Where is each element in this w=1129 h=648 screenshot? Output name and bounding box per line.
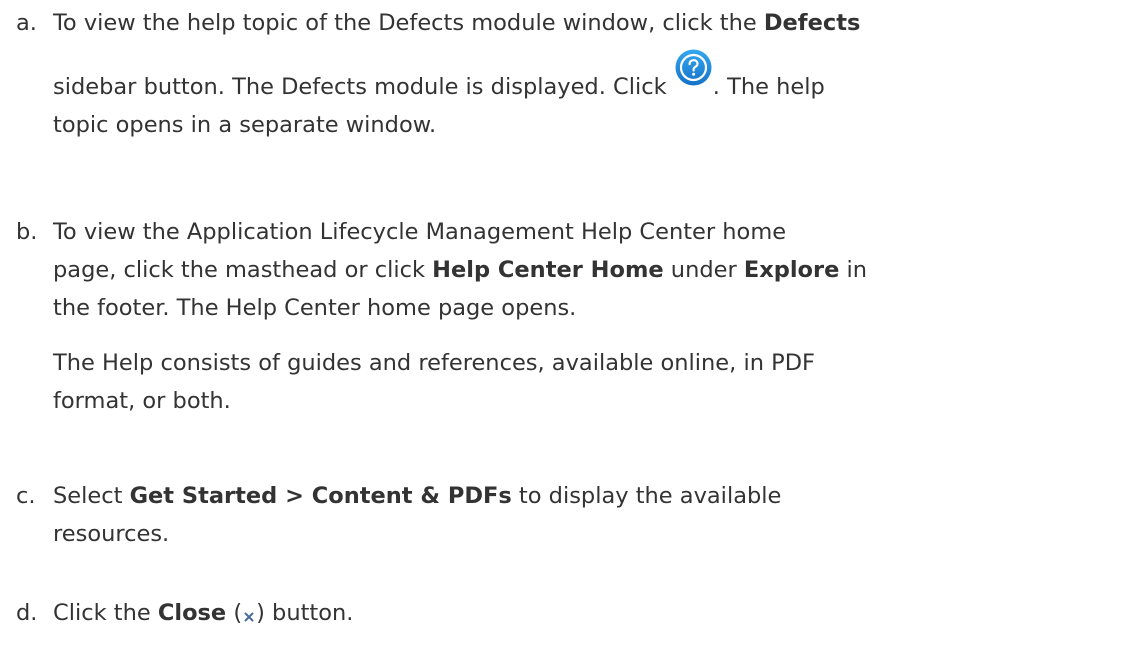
close-label: Close	[157, 600, 227, 626]
step-marker: c.	[16, 483, 36, 509]
step-b-text: To view the Application Lifecycle Manage…	[53, 213, 1116, 420]
step-a-line-3: topic opens in a separate window.	[53, 112, 437, 138]
step-d: d. Click the Close ( ) button.	[16, 594, 1116, 632]
step-c: c. Select Get Started > Content & PDFs t…	[16, 477, 1116, 553]
get-started-content-pdfs-label: Get Started > Content & PDFs	[129, 483, 512, 509]
close-x-icon	[243, 608, 255, 622]
step-c-line-2: resources.	[53, 521, 170, 547]
step-b: b. To view the Application Lifecycle Man…	[16, 213, 1116, 420]
step-b-line-1: To view the Application Lifecycle Manage…	[53, 219, 787, 245]
step-a-line-1: To view the help topic of the Defects mo…	[53, 10, 861, 36]
help-question-icon	[675, 49, 712, 100]
defects-label: Defects	[763, 10, 861, 36]
step-d-line-1: Click the Close ( ) button.	[53, 600, 354, 626]
step-a-line-2: sidebar button. The Defects module is di…	[53, 49, 1116, 106]
step-d-text: Click the Close ( ) button.	[53, 594, 1116, 632]
step-c-text: Select Get Started > Content & PDFs to d…	[53, 477, 1116, 553]
step-b-note-line-2: format, or both.	[53, 388, 231, 414]
document-page: a. To view the help topic of the Defects…	[0, 0, 1129, 648]
help-center-home-label: Help Center Home	[432, 257, 664, 283]
step-b-line-3: the footer. The Help Center home page op…	[53, 295, 577, 321]
step-a-text: To view the help topic of the Defects mo…	[53, 4, 1116, 144]
explore-label: Explore	[743, 257, 840, 283]
step-marker: b.	[16, 219, 38, 245]
step-marker: d.	[16, 600, 38, 626]
step-b-note-line-1: The Help consists of guides and referenc…	[53, 350, 815, 376]
step-marker: a.	[16, 10, 37, 36]
step-b-line-2: page, click the masthead or click Help C…	[53, 257, 868, 283]
step-a: a. To view the help topic of the Defects…	[16, 4, 1116, 144]
step-c-line-1: Select Get Started > Content & PDFs to d…	[53, 483, 782, 509]
